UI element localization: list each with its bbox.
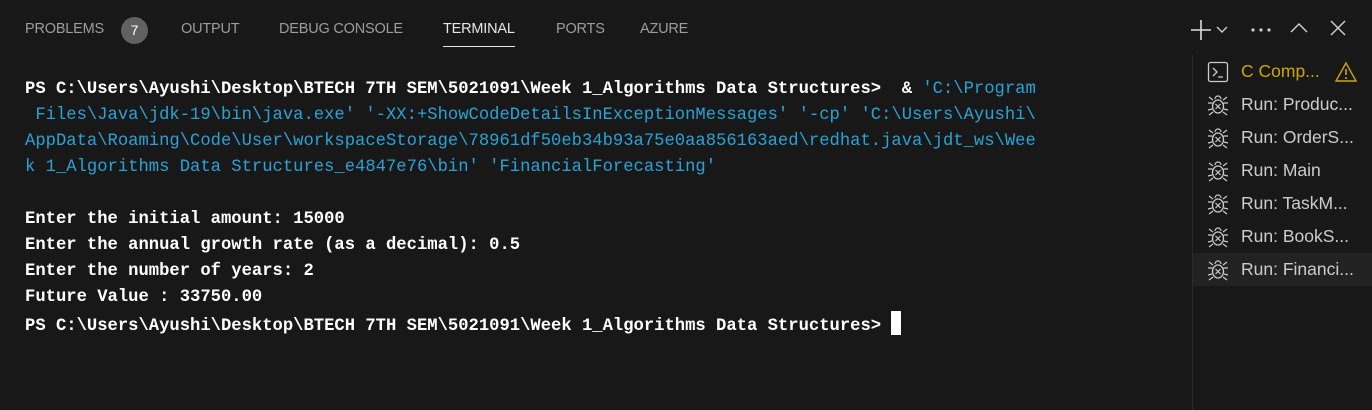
- warning-icon: [1335, 61, 1357, 82]
- debug-icon: [1207, 260, 1229, 281]
- chevron-down-icon[interactable]: [1216, 25, 1228, 35]
- terminal-cursor: [891, 311, 902, 335]
- terminal-icon: [1207, 61, 1229, 83]
- command: Files\Java\jdk-19\bin\java.exe' '-XX:+Sh…: [25, 106, 1036, 125]
- maximize-panel-icon[interactable]: [1290, 22, 1308, 34]
- terminal-item-run[interactable]: Run: Financi...: [1193, 253, 1372, 286]
- terminal-item-run[interactable]: Run: Produc...: [1193, 88, 1372, 121]
- tab-debug-console[interactable]: DEBUG CONSOLE: [279, 21, 403, 37]
- terminal-item-label: Run: Main: [1241, 160, 1321, 180]
- terminal-item-c-compile[interactable]: C Comp...: [1193, 55, 1372, 88]
- debug-icon: [1207, 161, 1229, 182]
- terminal-item-label: Run: TaskM...: [1241, 193, 1348, 213]
- panel-actions: [1182, 17, 1372, 45]
- problems-count-badge: 7: [121, 17, 148, 44]
- output-line: Enter the initial amount: 15000: [25, 210, 345, 229]
- terminal-item-label: Run: BookS...: [1241, 226, 1349, 246]
- terminal-item-label: Run: Produc...: [1241, 94, 1353, 114]
- command: k 1_Algorithms Data Structures_e4847e76\…: [25, 158, 717, 177]
- terminal-output[interactable]: PS C:\Users\Ayushi\Desktop\BTECH 7TH SEM…: [25, 77, 1036, 340]
- terminal-item-label: Run: Financi...: [1241, 259, 1354, 279]
- terminal-item-run[interactable]: Run: Main: [1193, 154, 1372, 187]
- prompt: PS C:\Users\Ayushi\Desktop\BTECH 7TH SEM…: [25, 317, 892, 336]
- terminal-item-run[interactable]: Run: TaskM...: [1193, 187, 1372, 220]
- tab-problems[interactable]: PROBLEMS: [25, 21, 104, 37]
- terminal-item-label: C Comp...: [1241, 61, 1320, 81]
- tab-output[interactable]: OUTPUT: [181, 21, 240, 37]
- panel-tabs: PROBLEMS 7 OUTPUT DEBUG CONSOLE TERMINAL…: [0, 0, 1180, 60]
- command: 'C:\Program: [922, 80, 1036, 99]
- new-terminal-icon[interactable]: [1190, 19, 1212, 41]
- terminal-item-run[interactable]: Run: OrderS...: [1193, 121, 1372, 154]
- output-line: Future Value : 33750.00: [25, 288, 263, 307]
- debug-icon: [1207, 227, 1229, 248]
- terminal-item-label: Run: OrderS...: [1241, 127, 1354, 147]
- output-line: Enter the number of years: 2: [25, 262, 314, 281]
- close-panel-icon[interactable]: [1330, 20, 1346, 36]
- more-actions-icon[interactable]: [1250, 27, 1272, 33]
- tab-ports[interactable]: PORTS: [556, 21, 605, 37]
- output-line: Enter the annual growth rate (as a decim…: [25, 236, 521, 255]
- prompt: PS C:\Users\Ayushi\Desktop\BTECH 7TH SEM…: [25, 80, 923, 99]
- debug-icon: [1207, 95, 1229, 116]
- terminal-list: C Comp... Run: Produc... Run: OrderS... Ru…: [1192, 55, 1372, 410]
- debug-icon: [1207, 194, 1229, 215]
- command: AppData\Roaming\Code\User\workspaceStora…: [25, 132, 1036, 151]
- tab-azure[interactable]: AZURE: [640, 21, 688, 37]
- debug-icon: [1207, 128, 1229, 149]
- tab-terminal[interactable]: TERMINAL: [443, 21, 515, 47]
- terminal-item-run[interactable]: Run: BookS...: [1193, 220, 1372, 253]
